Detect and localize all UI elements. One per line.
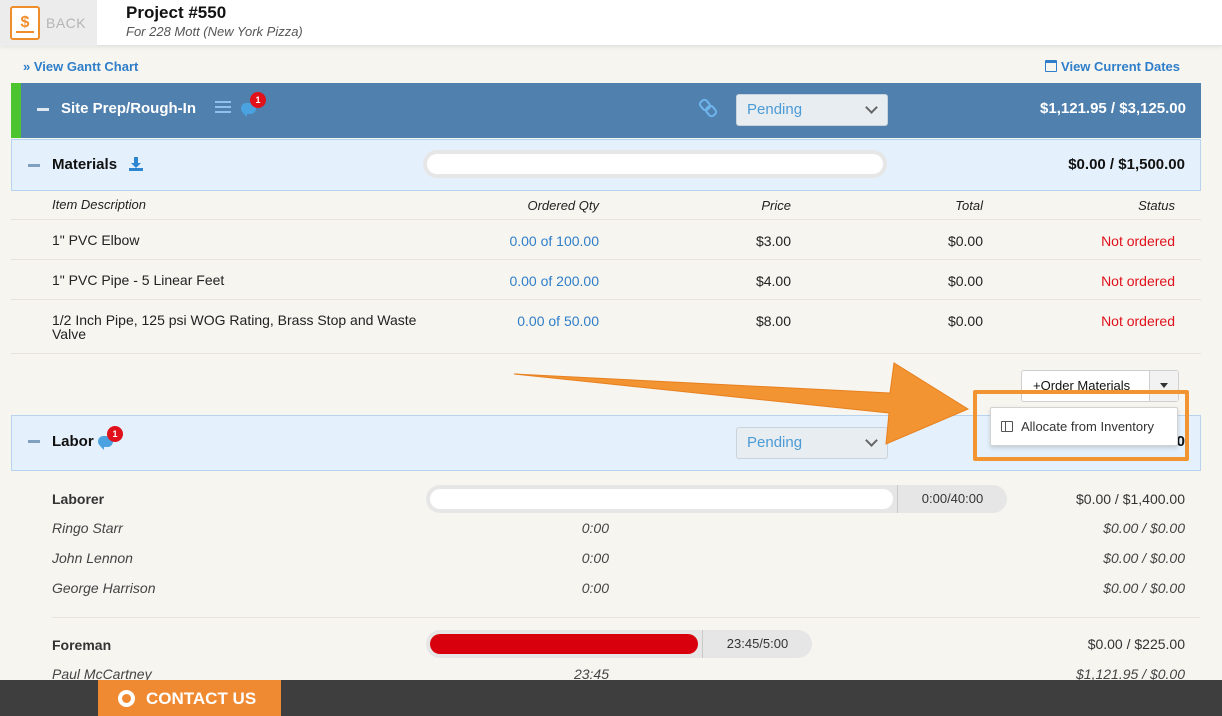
- back-button[interactable]: $ BACK: [0, 0, 97, 46]
- top-bar: $ BACK Project #550 For 228 Mott (New Yo…: [0, 0, 1222, 46]
- foreman-hours: 23:45/5:00: [702, 630, 812, 658]
- view-gantt-chart-link[interactable]: » View Gantt Chart: [23, 59, 138, 74]
- table-row: 1" PVC Pipe - 5 Linear Feet 0.00 of 200.…: [11, 260, 1201, 300]
- link-icon[interactable]: [700, 99, 714, 115]
- item-total: $0.00: [947, 313, 983, 329]
- project-title: Project #550: [126, 3, 227, 22]
- labor-person-amount: $0.00 / $0.00: [1103, 520, 1185, 536]
- column-price: Price: [761, 198, 791, 213]
- item-description: 1" PVC Pipe - 5 Linear Feet: [52, 272, 225, 288]
- materials-amount: $0.00 / $1,500.00: [1068, 156, 1185, 173]
- lifebuoy-icon: [118, 690, 135, 707]
- footer-bar: CONTACT US: [0, 680, 1222, 716]
- column-item-description: Item Description: [52, 197, 146, 212]
- phase-amount: $1,121.95 / $3,125.00: [1040, 100, 1186, 117]
- order-materials-button[interactable]: +Order Materials: [1021, 370, 1179, 402]
- item-total: $0.00: [947, 233, 983, 249]
- table-header-row: Item Description Ordered Qty Price Total…: [11, 191, 1201, 220]
- column-ordered-qty: Ordered Qty: [527, 198, 599, 213]
- contact-us-label: CONTACT US: [146, 689, 257, 708]
- materials-table: Item Description Ordered Qty Price Total…: [11, 191, 1201, 354]
- allocate-from-inventory-label: Allocate from Inventory: [1021, 419, 1154, 434]
- contact-us-button[interactable]: CONTACT US: [98, 680, 281, 716]
- labor-person-time: 0:00: [581, 580, 609, 596]
- phase-status-value: Pending: [747, 101, 803, 118]
- ordered-qty-link[interactable]: 0.00 of 50.00: [517, 313, 599, 329]
- divider: [52, 617, 1200, 618]
- materials-header: Materials $0.00 / $1,500.00: [11, 139, 1201, 191]
- item-total: $0.00: [947, 273, 983, 289]
- item-status: Not ordered: [1101, 313, 1175, 329]
- labor-person-name: George Harrison: [52, 580, 156, 596]
- back-label: BACK: [46, 15, 87, 31]
- labor-status-select[interactable]: Pending: [736, 427, 888, 459]
- item-price: $4.00: [755, 273, 791, 289]
- inventory-icon: [1001, 421, 1013, 432]
- collapse-materials-icon[interactable]: [28, 164, 40, 167]
- laborer-progress-fill: [430, 489, 893, 509]
- labor-person-amount: $0.00 / $0.00: [1103, 550, 1185, 566]
- item-status: Not ordered: [1101, 233, 1175, 249]
- view-current-dates-label: View Current Dates: [1061, 59, 1180, 74]
- view-current-dates-link[interactable]: View Current Dates: [1045, 59, 1180, 74]
- chevron-down-icon: [865, 101, 878, 114]
- materials-title: Materials: [52, 156, 118, 173]
- download-icon-base: [129, 168, 143, 171]
- chevron-down-icon: [865, 434, 878, 447]
- foreman-amount: $0.00 / $225.00: [1087, 636, 1185, 652]
- item-price: $8.00: [755, 313, 791, 329]
- labor-title: Labor: [52, 433, 94, 450]
- caret-down-icon[interactable]: [1149, 371, 1178, 401]
- project-subtitle: For 228 Mott (New York Pizza): [126, 24, 303, 39]
- column-status: Status: [1138, 198, 1175, 213]
- foreman-progress-fill: [430, 634, 698, 654]
- labor-person-time: 0:00: [581, 550, 609, 566]
- ordered-qty-link[interactable]: 0.00 of 100.00: [509, 233, 599, 249]
- labor-person-amount: $0.00 / $0.00: [1103, 580, 1185, 596]
- laborer-amount: $0.00 / $1,400.00: [1076, 491, 1185, 507]
- materials-progress-bar: [423, 150, 887, 178]
- order-materials-label: +Order Materials: [1033, 378, 1131, 393]
- labor-person-time: 0:00: [581, 520, 609, 536]
- list-icon[interactable]: [215, 101, 231, 114]
- dollar-document-icon: $: [10, 6, 40, 40]
- collapse-labor-icon[interactable]: [28, 440, 40, 443]
- phase-title: Site Prep/Rough-In: [61, 100, 196, 117]
- phase-header: Site Prep/Rough-In 1 Pending $1,121.95 /…: [11, 83, 1201, 138]
- calendar-icon: [1045, 60, 1058, 72]
- column-total: Total: [955, 198, 983, 213]
- labor-role-foreman: Foreman: [52, 637, 112, 653]
- ordered-qty-link[interactable]: 0.00 of 200.00: [509, 273, 599, 289]
- labor-role-laborer: Laborer: [52, 491, 105, 507]
- collapse-phase-icon[interactable]: [37, 108, 49, 111]
- labor-person-name: Ringo Starr: [52, 520, 123, 536]
- phase-status-select[interactable]: Pending: [736, 94, 888, 126]
- table-row: 1" PVC Elbow 0.00 of 100.00 $3.00 $0.00 …: [11, 220, 1201, 260]
- item-description: 1/2 Inch Pipe, 125 psi WOG Rating, Brass…: [52, 312, 417, 342]
- laborer-hours-progress: 0:00/40:00: [426, 485, 1007, 513]
- table-row: 1/2 Inch Pipe, 125 psi WOG Rating, Brass…: [11, 300, 1201, 354]
- labor-status-value: Pending: [747, 434, 803, 451]
- labor-person-name: John Lennon: [52, 550, 133, 566]
- foreman-hours-progress: 23:45/5:00: [426, 630, 812, 658]
- item-description: 1" PVC Elbow: [52, 232, 140, 248]
- comment-count-badge: 1: [250, 92, 266, 108]
- allocate-from-inventory-menu-item[interactable]: Allocate from Inventory: [990, 407, 1178, 446]
- laborer-hours: 0:00/40:00: [897, 485, 1007, 513]
- comment-count-badge: 1: [107, 426, 123, 442]
- item-status: Not ordered: [1101, 273, 1175, 289]
- item-price: $3.00: [755, 233, 791, 249]
